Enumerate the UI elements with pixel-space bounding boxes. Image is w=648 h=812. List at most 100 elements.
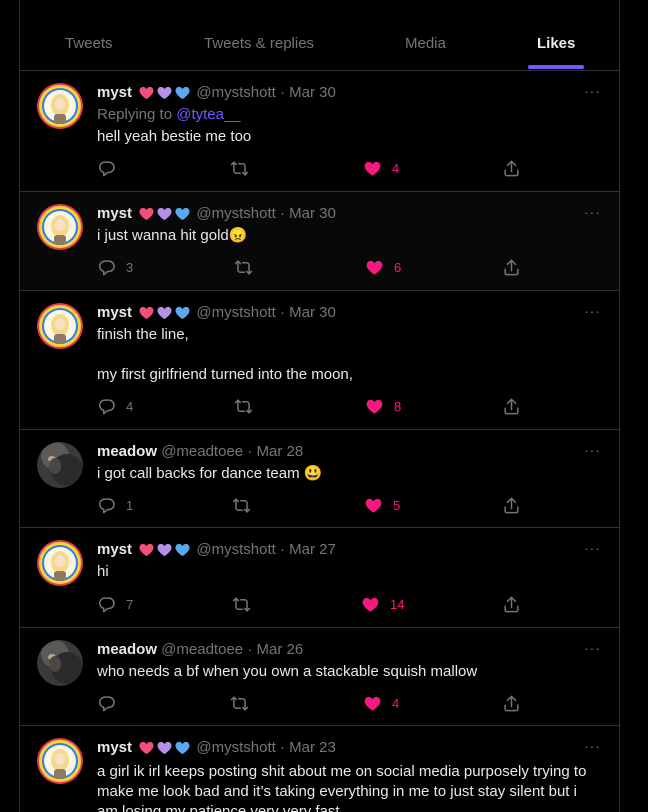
like-button[interactable]: 4 [363, 694, 399, 713]
heart-filled-icon [363, 159, 382, 178]
avatar[interactable] [37, 303, 83, 349]
tweet-date[interactable]: Mar 28 [256, 443, 303, 460]
reply-icon [97, 496, 116, 515]
share-icon [502, 595, 521, 614]
tweet-date[interactable]: Mar 26 [256, 641, 303, 658]
tweet-header: meadow @meadtoee · Mar 28 [97, 443, 303, 460]
tweet-card[interactable]: meadow @meadtoee · Mar 28 ··· i got call… [20, 430, 619, 528]
like-button[interactable]: 5 [364, 496, 400, 515]
more-icon[interactable]: ··· [584, 738, 601, 754]
tweet-date[interactable]: Mar 30 [289, 304, 336, 321]
tweet-card[interactable]: myst @mystshott · Mar 30 ··· i just wann… [20, 192, 619, 291]
reply-button[interactable]: 4 [97, 397, 133, 416]
username[interactable]: @mystshott [196, 205, 275, 222]
tab-tweets[interactable]: Tweets [65, 35, 113, 52]
more-icon[interactable]: ··· [584, 640, 601, 656]
more-icon[interactable]: ··· [584, 442, 601, 458]
avatar[interactable] [37, 640, 83, 686]
avatar[interactable] [37, 738, 83, 784]
tweet-card[interactable]: meadow @meadtoee · Mar 26 ··· who needs … [20, 628, 619, 726]
like-count: 8 [394, 399, 402, 414]
more-icon[interactable]: ··· [584, 204, 601, 220]
tweet-header: myst @mystshott · Mar 27 [97, 541, 336, 559]
like-count: 14 [390, 597, 405, 612]
retweet-button[interactable] [234, 258, 263, 277]
display-name[interactable]: myst [97, 205, 132, 222]
avatar[interactable] [37, 83, 83, 129]
separator-dot: · [279, 205, 285, 222]
avatar[interactable] [37, 442, 83, 488]
tweet-card[interactable]: myst @mystshott · Mar 30 ··· Replying to… [20, 71, 619, 192]
replying-to-label: Replying to [97, 106, 173, 123]
name-emoji-badges [138, 541, 192, 559]
name-emoji-badges [138, 304, 192, 322]
reply-button[interactable] [97, 694, 126, 713]
share-icon [502, 159, 521, 178]
share-icon [502, 694, 521, 713]
tweet-card[interactable]: myst @mystshott · Mar 23 ··· a girl ik i… [20, 726, 619, 812]
tweet-actions: 4 [97, 694, 519, 714]
tweet-date[interactable]: Mar 27 [289, 541, 336, 558]
avatar[interactable] [37, 540, 83, 586]
tab-likes[interactable]: Likes [537, 35, 575, 52]
like-button[interactable]: 14 [361, 595, 404, 614]
share-button[interactable] [502, 496, 521, 515]
tweet-date[interactable]: Mar 30 [289, 205, 336, 222]
heart-filled-icon [364, 496, 383, 515]
username[interactable]: @mystshott [196, 541, 275, 558]
name-emoji-badges [138, 84, 192, 102]
share-button[interactable] [502, 694, 521, 713]
tweet-date[interactable]: Mar 30 [289, 84, 336, 101]
tab-media[interactable]: Media [405, 35, 446, 52]
display-name[interactable]: myst [97, 739, 132, 756]
separator-dot: · [247, 641, 253, 658]
tweet-card[interactable]: myst @mystshott · Mar 27 ··· hi 7 14 [20, 528, 619, 628]
retweet-button[interactable] [230, 159, 259, 178]
username[interactable]: @mystshott [196, 84, 275, 101]
active-tab-indicator [528, 65, 584, 69]
username[interactable]: @mystshott [196, 739, 275, 756]
tweet-card[interactable]: myst @mystshott · Mar 30 ··· finish the … [20, 291, 619, 430]
name-emoji-badges [138, 739, 192, 757]
username[interactable]: @meadtoee [161, 443, 243, 460]
reply-button[interactable]: 7 [97, 595, 133, 614]
like-button[interactable]: 4 [363, 159, 399, 178]
username[interactable]: @meadtoee [161, 641, 243, 658]
retweet-button[interactable] [230, 694, 259, 713]
avatar[interactable] [37, 204, 83, 250]
display-name[interactable]: myst [97, 304, 132, 321]
username[interactable]: @mystshott [196, 304, 275, 321]
share-button[interactable] [502, 159, 521, 178]
reply-button[interactable] [97, 159, 126, 178]
display-name[interactable]: meadow [97, 641, 157, 658]
display-name[interactable]: meadow [97, 443, 157, 460]
more-icon[interactable]: ··· [584, 540, 601, 556]
reply-count: 3 [126, 260, 134, 275]
share-button[interactable] [502, 595, 521, 614]
share-button[interactable] [502, 258, 521, 277]
reply-button[interactable]: 3 [97, 258, 133, 277]
display-name[interactable]: myst [97, 541, 132, 558]
reply-icon [97, 159, 116, 178]
heart-filled-icon [365, 397, 384, 416]
share-icon [502, 258, 521, 277]
retweet-icon [232, 496, 251, 515]
share-button[interactable] [502, 397, 521, 416]
retweet-button[interactable] [232, 595, 261, 614]
more-icon[interactable]: ··· [584, 83, 601, 99]
tweet-date[interactable]: Mar 23 [289, 739, 336, 756]
reply-button[interactable]: 1 [97, 496, 133, 515]
like-button[interactable]: 8 [365, 397, 401, 416]
reply-count: 4 [126, 399, 134, 414]
separator-dot: · [247, 443, 253, 460]
display-name[interactable]: myst [97, 84, 132, 101]
reply-count: 7 [126, 597, 134, 612]
mention-link[interactable]: @tytea__ [176, 106, 240, 123]
tweet-actions: 4 8 [97, 397, 519, 417]
tab-tweets-and-replies[interactable]: Tweets & replies [204, 35, 314, 52]
like-button[interactable]: 6 [365, 258, 401, 277]
retweet-button[interactable] [234, 397, 263, 416]
heart-filled-icon [361, 595, 380, 614]
retweet-button[interactable] [232, 496, 261, 515]
more-icon[interactable]: ··· [584, 303, 601, 319]
